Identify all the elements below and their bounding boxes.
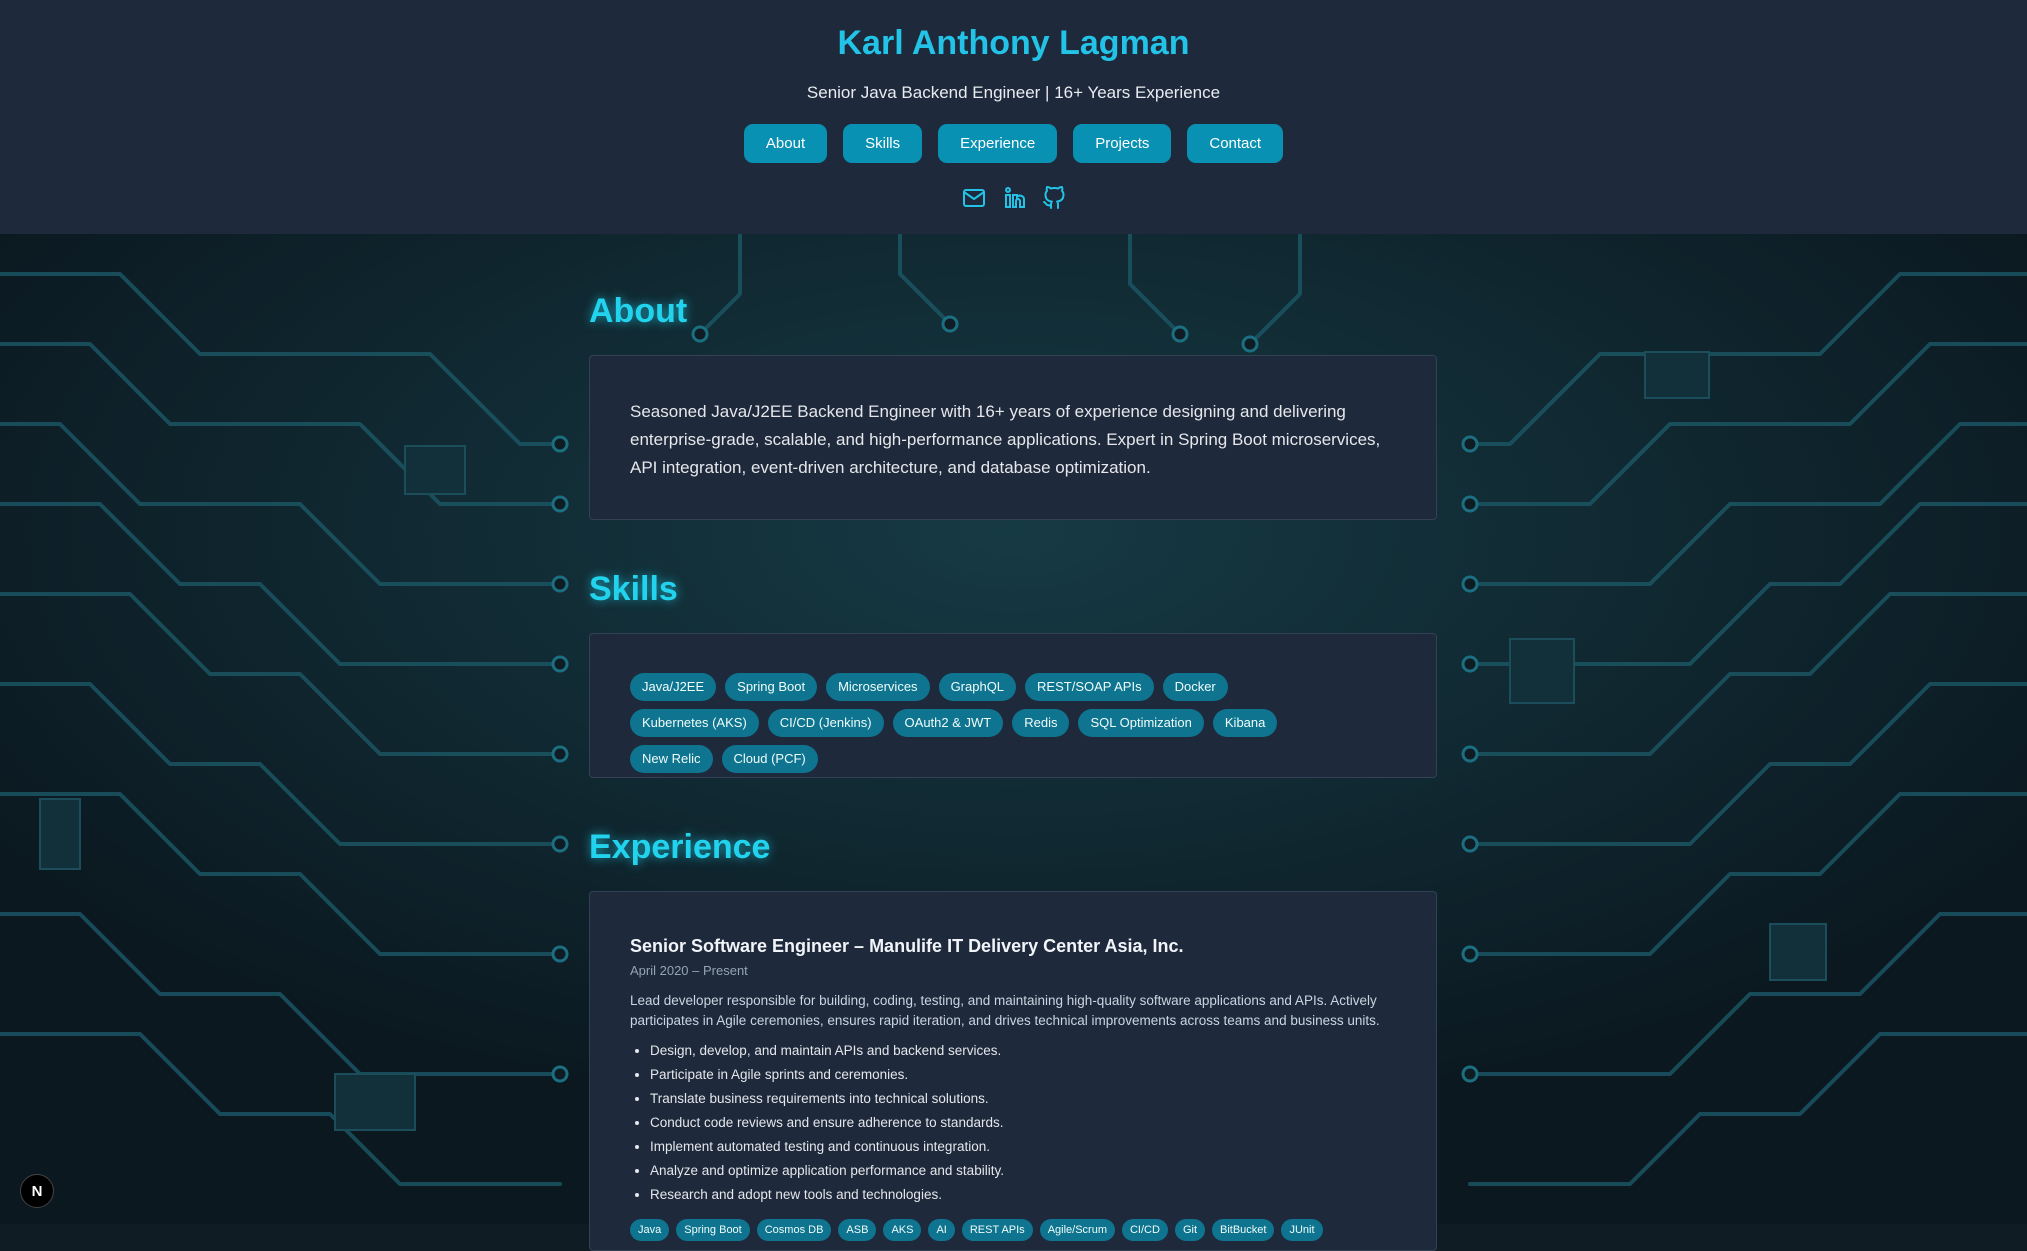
nav-skills-button[interactable]: Skills xyxy=(843,124,923,163)
github-icon[interactable] xyxy=(1042,185,1066,210)
experience-heading: Experience xyxy=(589,828,771,866)
nav-about-button[interactable]: About xyxy=(743,124,828,163)
job-date: April 2020 – Present xyxy=(630,963,748,978)
tech-tag: Spring Boot xyxy=(676,1219,750,1241)
job-description: Lead developer responsible for building,… xyxy=(630,993,1380,1028)
responsibility-item: Participate in Agile sprints and ceremon… xyxy=(650,1063,1396,1087)
skills-tag-list: Java/J2EE Spring Boot Microservices Grap… xyxy=(590,634,1390,773)
tech-tag: CI/CD xyxy=(1121,1219,1168,1241)
mail-icon[interactable] xyxy=(962,186,986,210)
skill-tag: Cloud (PCF) xyxy=(721,745,818,773)
nav-projects-button[interactable]: Projects xyxy=(1073,124,1172,163)
tech-tag: REST APIs xyxy=(961,1219,1033,1241)
skill-tag: CI/CD (Jenkins) xyxy=(767,709,884,737)
skill-tag: New Relic xyxy=(630,745,713,773)
skill-tag: Java/J2EE xyxy=(630,673,717,701)
skill-tag: SQL Optimization xyxy=(1078,709,1204,737)
skill-tag: OAuth2 & JWT xyxy=(892,709,1004,737)
nav-contact-button[interactable]: Contact xyxy=(1187,124,1284,163)
skill-tag: Microservices xyxy=(826,673,930,701)
social-links xyxy=(0,185,2027,210)
responsibility-item: Design, develop, and maintain APIs and b… xyxy=(650,1039,1396,1063)
tech-tag: Java xyxy=(630,1219,670,1241)
tech-tag: ASB xyxy=(838,1219,877,1241)
experience-card: Senior Software Engineer – Manulife IT D… xyxy=(589,891,1437,1251)
job-responsibilities: Design, develop, and maintain APIs and b… xyxy=(630,1039,1396,1207)
tech-tag: JUnit xyxy=(1281,1219,1323,1241)
site-name: Karl Anthony Lagman xyxy=(837,24,1190,62)
tech-tag: AI xyxy=(928,1219,955,1241)
skill-tag: Docker xyxy=(1162,673,1228,701)
tech-tag: Cosmos DB xyxy=(756,1219,832,1241)
responsibility-item: Implement automated testing and continuo… xyxy=(650,1135,1396,1159)
job-entry: Senior Software Engineer – Manulife IT D… xyxy=(590,892,1436,1241)
site-subtitle: Senior Java Backend Engineer | 16+ Years… xyxy=(806,83,1221,102)
about-heading: About xyxy=(589,292,688,330)
job-tech-tags: Java Spring Boot Cosmos DB ASB AKS AI RE… xyxy=(630,1219,1396,1241)
main-nav: About Skills Experience Projects Contact xyxy=(0,124,2027,163)
responsibility-item: Conduct code reviews and ensure adherenc… xyxy=(650,1111,1396,1135)
nav-experience-button[interactable]: Experience xyxy=(938,124,1058,163)
skill-tag: Kubernetes (AKS) xyxy=(630,709,759,737)
site-header: Karl Anthony Lagman Senior Java Backend … xyxy=(0,0,2027,234)
job-title: Senior Software Engineer – Manulife IT D… xyxy=(630,936,1184,956)
nextjs-dev-badge[interactable]: N xyxy=(20,1174,54,1208)
tech-tag: BitBucket xyxy=(1212,1219,1275,1241)
skill-tag: REST/SOAP APIs xyxy=(1025,673,1154,701)
tech-tag: AKS xyxy=(883,1219,922,1241)
responsibility-item: Research and adopt new tools and technol… xyxy=(650,1183,1396,1207)
tech-tag: Agile/Scrum xyxy=(1039,1219,1115,1241)
skill-tag: Kibana xyxy=(1212,709,1278,737)
skills-heading: Skills xyxy=(589,570,678,608)
skill-tag: GraphQL xyxy=(938,673,1017,701)
skill-tag: Spring Boot xyxy=(725,673,818,701)
tech-tag: Git xyxy=(1174,1219,1205,1241)
skills-card: Java/J2EE Spring Boot Microservices Grap… xyxy=(589,633,1437,778)
about-text: Seasoned Java/J2EE Backend Engineer with… xyxy=(630,402,1381,477)
linkedin-icon[interactable] xyxy=(1002,186,1026,210)
about-card: Seasoned Java/J2EE Backend Engineer with… xyxy=(589,355,1437,520)
skill-tag: Redis xyxy=(1012,709,1070,737)
responsibility-item: Analyze and optimize application perform… xyxy=(650,1159,1396,1183)
responsibility-item: Translate business requirements into tec… xyxy=(650,1087,1396,1111)
